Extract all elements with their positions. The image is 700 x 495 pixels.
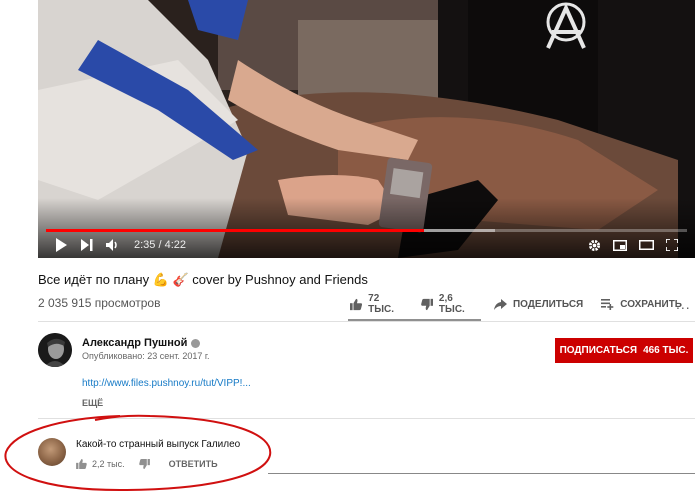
- like-count: 72 ТЫС.: [368, 293, 395, 315]
- thumb-down-icon: [138, 459, 150, 469]
- avatar-image: [38, 333, 72, 367]
- youtube-watch-page: 2:35 / 4:22 Все идёт по плану 💪 🎸 cover …: [0, 0, 700, 495]
- dislike-count: 2,6 ТЫС.: [438, 293, 465, 315]
- share-label: ПОДЕЛИТЬСЯ: [512, 298, 584, 310]
- save-label: СОХРАНИТЬ: [620, 298, 682, 310]
- theater-icon[interactable]: [633, 234, 659, 256]
- thumb-up-icon: [350, 298, 363, 310]
- comment-avatar[interactable]: [38, 438, 66, 466]
- channel-name[interactable]: Александр Пушной: [82, 337, 201, 349]
- time-display: 2:35 / 4:22: [134, 239, 186, 251]
- time-separator: /: [158, 239, 162, 251]
- time-total: 4:22: [164, 239, 187, 251]
- volume-icon[interactable]: [100, 234, 126, 256]
- thumb-up-icon: [76, 459, 87, 469]
- channel-avatar[interactable]: [38, 333, 72, 367]
- fullscreen-icon[interactable]: [659, 234, 685, 256]
- comment-like-count: 2,2 тыс.: [92, 459, 125, 469]
- player-controls: 2:35 / 4:22: [38, 232, 695, 258]
- divider: [268, 473, 695, 474]
- comment-dislike-button[interactable]: [138, 459, 155, 469]
- channel-name-text: Александр Пушной: [82, 337, 188, 349]
- verified-icon: [191, 338, 201, 348]
- publish-date: Опубликовано: 23 сент. 2017 г.: [82, 351, 210, 361]
- save-button[interactable]: СОХРАНИТЬ: [601, 298, 682, 310]
- time-current: 2:35: [134, 239, 156, 251]
- divider: [38, 321, 695, 322]
- subscribe-label: ПОДПИСАТЬСЯ: [559, 345, 638, 356]
- description-link[interactable]: http://www.files.pushnoy.ru/tut/VIPP!...: [82, 378, 251, 389]
- share-icon: [493, 298, 507, 310]
- comment-like-button[interactable]: 2,2 тыс.: [76, 459, 125, 469]
- more-icon[interactable]: ...: [676, 296, 691, 312]
- next-icon[interactable]: [74, 234, 100, 256]
- like-button[interactable]: 72 ТЫС.: [350, 293, 403, 315]
- video-actions: 72 ТЫС. 2,6 ТЫС. ПОДЕЛИТЬСЯ СОХРАНИТЬ: [350, 293, 700, 315]
- subscriber-count: 466 ТЫС.: [643, 345, 689, 356]
- miniplayer-icon[interactable]: [607, 234, 633, 256]
- show-more-button[interactable]: ЕЩЁ: [82, 398, 103, 408]
- comment-actions: 2,2 тыс. ОТВЕТИТЬ: [76, 459, 218, 469]
- settings-icon[interactable]: [581, 234, 607, 256]
- divider: [38, 418, 695, 419]
- save-icon: [601, 298, 614, 310]
- video-title: Все идёт по плану 💪 🎸 cover by Pushnoy a…: [38, 272, 368, 287]
- comment-text: Какой-то странный выпуск Галилео: [76, 439, 241, 450]
- dislike-button[interactable]: 2,6 ТЫС.: [420, 293, 476, 315]
- thumb-down-icon: [420, 298, 433, 310]
- view-count: 2 035 915 просмотров: [38, 296, 161, 310]
- share-button[interactable]: ПОДЕЛИТЬСЯ: [493, 298, 584, 310]
- subscribe-button[interactable]: ПОДПИСАТЬСЯ 466 ТЫС.: [555, 338, 693, 363]
- reply-button[interactable]: ОТВЕТИТЬ: [169, 459, 218, 469]
- play-icon[interactable]: [48, 234, 74, 256]
- video-player[interactable]: 2:35 / 4:22: [38, 0, 695, 258]
